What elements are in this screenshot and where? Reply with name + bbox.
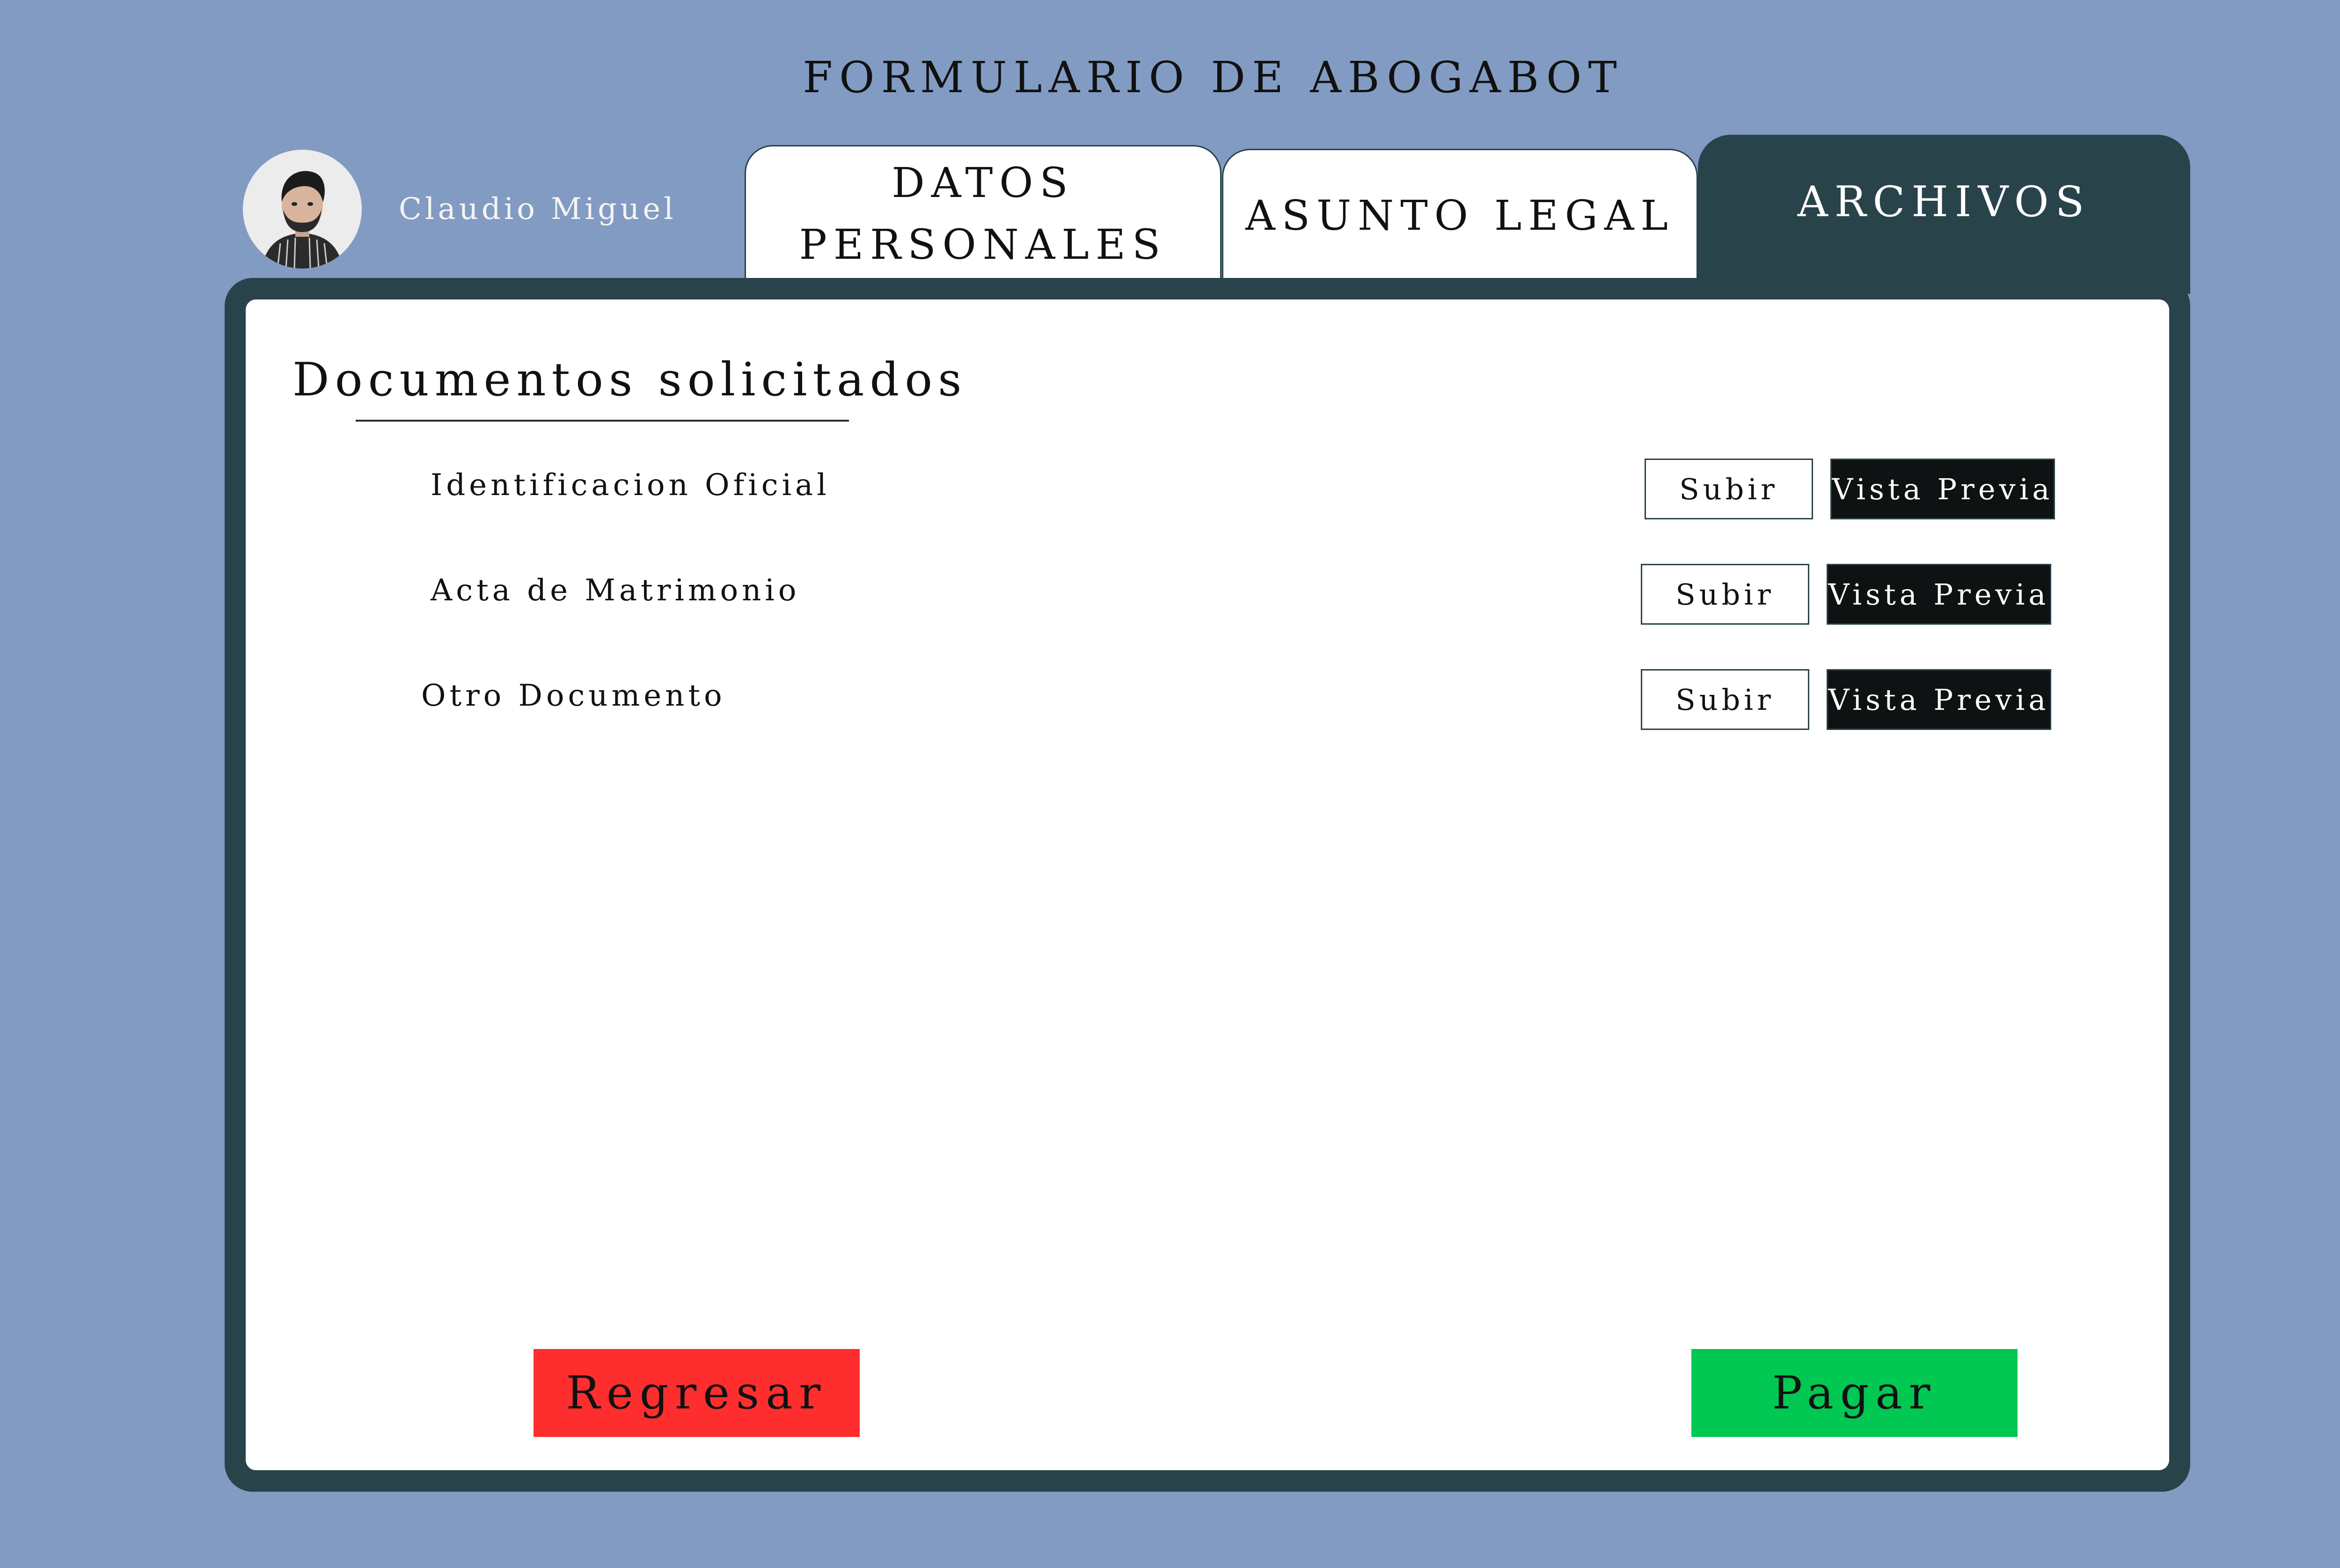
tab-datos-personales[interactable]: DATOS PERSONALES bbox=[745, 145, 1221, 281]
page-title: FORMULARIO DE ABOGABOT bbox=[803, 52, 1623, 102]
section-title: Documentos solicitados bbox=[292, 353, 967, 407]
document-label-otro: Otro Documento bbox=[421, 678, 726, 713]
tab-archivos[interactable]: ARCHIVOS bbox=[1698, 135, 2190, 294]
upload-button-otro[interactable]: Subir bbox=[1641, 669, 1809, 730]
preview-button-otro[interactable]: Vista Previa bbox=[1827, 669, 2051, 730]
document-label-identificacion: Identificacion Oficial bbox=[431, 468, 830, 503]
preview-button-identificacion[interactable]: Vista Previa bbox=[1830, 459, 2055, 519]
preview-button-acta[interactable]: Vista Previa bbox=[1827, 564, 2051, 625]
section-underline bbox=[356, 420, 849, 422]
pay-button[interactable]: Pagar bbox=[1691, 1349, 2018, 1437]
upload-button-acta[interactable]: Subir bbox=[1641, 564, 1809, 625]
document-label-acta: Acta de Matrimonio bbox=[431, 573, 800, 608]
upload-button-identificacion[interactable]: Subir bbox=[1645, 459, 1813, 519]
tab-asunto-legal[interactable]: ASUNTO LEGAL bbox=[1222, 149, 1698, 281]
user-avatar-icon[interactable] bbox=[243, 150, 362, 269]
user-name: Claudio Miguel bbox=[399, 192, 677, 226]
back-button[interactable]: Regresar bbox=[534, 1349, 860, 1437]
